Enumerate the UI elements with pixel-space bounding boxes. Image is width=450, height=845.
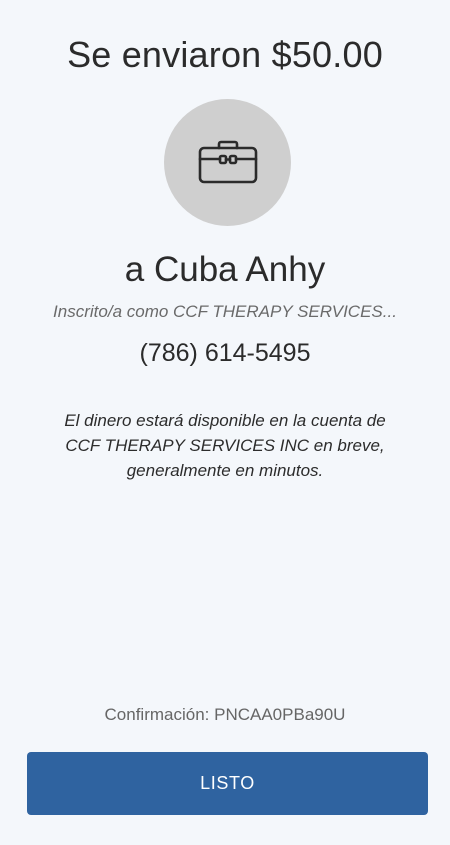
confirmation-code: Confirmación: PNCAA0PBa90U: [104, 705, 346, 724]
recipient-registered-as: Inscrito/a como CCF THERAPY SERVICES...: [53, 302, 397, 321]
briefcase-icon: [196, 139, 260, 187]
availability-message: El dinero estará disponible en la cuenta…: [64, 411, 386, 480]
page-title: Se enviaron $50.00: [67, 34, 383, 75]
recipient-avatar: [164, 99, 291, 226]
recipient-name: a Cuba Anhy: [124, 250, 326, 289]
done-button-label: LISTO: [200, 773, 255, 793]
done-button[interactable]: LISTO: [27, 752, 428, 815]
recipient-phone: (786) 614-5495: [139, 339, 311, 367]
